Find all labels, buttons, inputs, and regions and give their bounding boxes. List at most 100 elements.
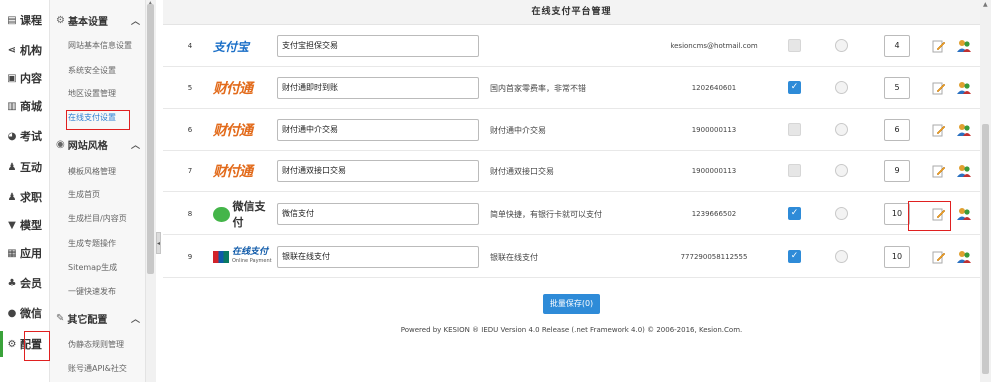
edit-icon[interactable] [932,164,946,178]
gear-icon: ⚙ [7,338,17,350]
row-index: 7 [187,167,193,175]
enable-checkbox[interactable]: ✓ [788,207,801,220]
sub-nav: ⚙ 基本设置 ︿ 网站基本信息设置 系统安全设置 地区设置管理 在线支付设置 ◉ 网站… [50,0,146,382]
payment-description: 财付通双接口交易 [490,167,554,176]
chevron-up-icon: ︿ [130,140,140,151]
group-site-style[interactable]: ◉ 网站风格 ︿ [56,133,144,155]
order-input[interactable]: 10 [884,203,910,225]
tenpay-logo: 财付通 [213,164,253,180]
link-sitemap[interactable]: Sitemap生成 [68,262,117,273]
unionpay-logo: 在线支付 Online Payment [213,248,272,266]
group-other-config[interactable]: ✎ 其它配置 ︿ [56,307,144,329]
order-input[interactable]: 6 [884,119,910,141]
payment-name-input[interactable]: 财付通中介交易 [277,119,479,141]
nav-interact[interactable]: ♟ 互动 [0,154,50,180]
link-security[interactable]: 系统安全设置 [68,65,116,76]
enable-checkbox[interactable]: ✓ [788,250,801,263]
page-scrollbar[interactable]: ▲ [980,0,991,382]
edit-icon[interactable] [932,250,946,264]
payment-description: 财付通中介交易 [490,126,546,135]
nav-course[interactable]: ▤ 课程 [0,7,50,33]
nav-job[interactable]: ♟ 求职 [0,184,50,210]
link-gen-topic[interactable]: 生成专题操作 [68,238,116,249]
payment-logo: 在线支付 Online Payment [213,245,273,269]
batch-save-button[interactable]: 批量保存(0) [543,294,600,314]
row-index: 9 [187,253,193,261]
enable-checkbox[interactable] [788,39,801,52]
main-content: 在线支付平台管理 4 支付宝 支付宝担保交易 kesioncms@hotmail.co… [163,0,980,382]
nav-model[interactable]: ▼ 模型 [0,212,50,238]
order-input[interactable]: 9 [884,160,910,182]
link-region[interactable]: 地区设置管理 [68,88,116,99]
table-row: 7 财付通 财付通双接口交易 财付通双接口交易 1900000113 9 [163,151,980,192]
default-radio[interactable] [835,207,848,220]
payment-name-input[interactable]: 微信支付 [277,203,479,225]
nav-wechat[interactable]: ● 微信 [0,300,50,326]
nav-exam[interactable]: ◕ 考试 [0,123,50,149]
row-index: 5 [187,84,193,92]
payment-logo: 财付通 [213,159,273,183]
users-icon[interactable] [956,206,972,222]
book-icon: ▤ [7,14,17,26]
users-icon[interactable] [956,122,972,138]
nav-member[interactable]: ♣ 会员 [0,270,50,296]
payment-account: 1202640601 [691,84,737,92]
default-radio[interactable] [835,164,848,177]
exam-icon: ◕ [7,130,17,142]
link-gen-pages[interactable]: 生成栏目/内容页 [68,213,127,224]
users-icon[interactable] [956,163,972,179]
row-index: 8 [187,210,193,218]
nav-shop[interactable]: ▥ 商城 [0,93,50,119]
row-index: 6 [187,126,193,134]
unionpay-card-icon [213,251,229,263]
wechat-pay-logo: 微信支付 [213,198,273,230]
default-radio[interactable] [835,39,848,52]
users-icon[interactable] [956,38,972,54]
payment-name-input[interactable]: 财付通双接口交易 [277,160,479,182]
payment-logo: 微信支付 [213,200,273,229]
table-row: 5 财付通 财付通即时到账 国内首家零费率，非常不错 1202640601 ✓ 5 [163,68,980,109]
payment-name-input[interactable]: 财付通即时到账 [277,77,479,99]
edit-icon[interactable] [932,81,946,95]
default-radio[interactable] [835,250,848,263]
shop-icon: ▥ [7,100,17,112]
chevron-up-icon: ︿ [130,314,140,325]
order-input[interactable]: 4 [884,35,910,57]
payment-description: 国内首家零费率，非常不错 [490,84,586,93]
enable-checkbox[interactable] [788,123,801,136]
scroll-up-arrow-icon[interactable]: ▲ [983,1,988,8]
highlight-box-edit [908,201,951,231]
nav-apps[interactable]: ▦ 应用 [0,240,50,266]
default-radio[interactable] [835,123,848,136]
link-api-social[interactable]: 账号通API&社交 [68,363,127,374]
link-template[interactable]: 模板风格管理 [68,166,116,177]
share-icon: ⋖ [7,44,17,56]
collapse-sidebar-toggle[interactable]: ◂ [156,232,161,254]
chevron-up-icon: ︿ [130,16,140,27]
scrollbar-thumb[interactable] [147,4,154,274]
link-rewrite-rules[interactable]: 伪静态规则管理 [68,339,124,350]
enable-checkbox[interactable]: ✓ [788,81,801,94]
people-icon: ♟ [7,161,17,173]
payment-description: 简单快捷，有银行卡就可以支付 [490,210,602,219]
users-icon[interactable] [956,249,972,265]
link-gen-home[interactable]: 生成首页 [68,189,100,200]
default-radio[interactable] [835,81,848,94]
order-input[interactable]: 5 [884,77,910,99]
edit-icon[interactable] [932,123,946,137]
link-quick-publish[interactable]: 一键快速发布 [68,286,116,297]
group-basic-settings[interactable]: ⚙ 基本设置 ︿ [56,9,144,31]
link-site-info[interactable]: 网站基本信息设置 [68,40,132,51]
nav-org[interactable]: ⋖ 机构 [0,37,50,63]
users-icon[interactable] [956,80,972,96]
scrollbar-thumb[interactable] [982,124,989,374]
edit-icon[interactable] [932,39,946,53]
payment-name-input[interactable]: 支付宝担保交易 [277,35,479,57]
nav-content[interactable]: ▣ 内容 [0,65,50,91]
order-input[interactable]: 10 [884,246,910,268]
subnav-scrollbar[interactable]: ▲ [146,0,156,382]
payment-name-input[interactable]: 银联在线支付 [277,246,479,268]
enable-checkbox[interactable] [788,164,801,177]
payment-logo: 财付通 [213,118,273,142]
member-icon: ♣ [7,277,17,289]
